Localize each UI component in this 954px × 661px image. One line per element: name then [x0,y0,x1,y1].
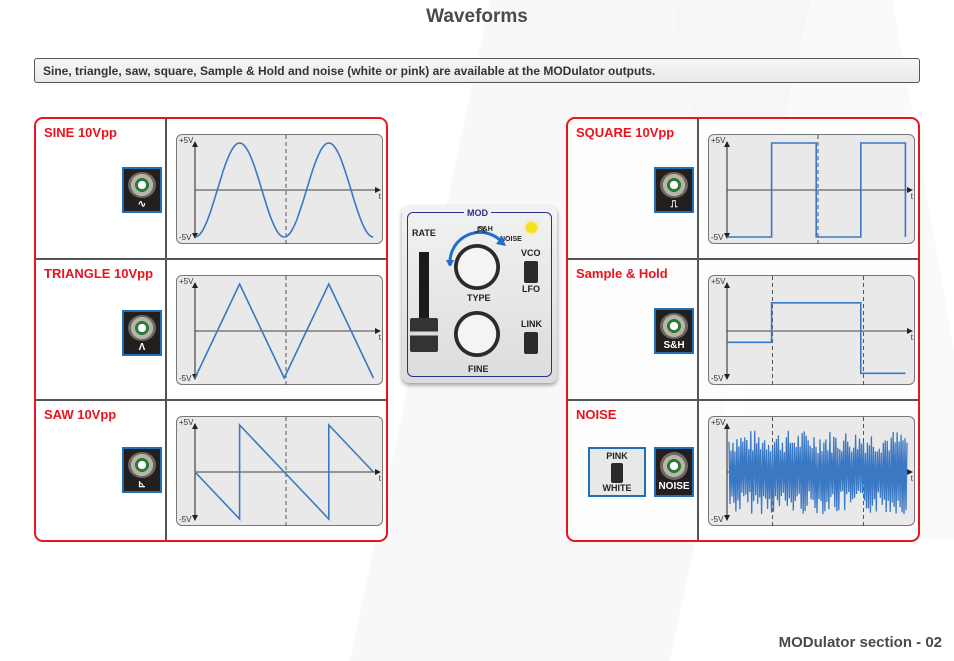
scope-saw: +5V -5V t [176,416,383,527]
scope-square: +5V -5V t [708,134,915,245]
waveform-row-noise: NOISE PINK WHITE NOISE +5V -5V t [568,401,918,540]
x-axis-label: t [378,192,381,201]
x-axis-label: t [910,333,913,342]
info-box: Sine, triangle, saw, square, Sample & Ho… [34,58,920,83]
waveform-label: SINE 10Vpp [44,125,117,140]
scope-plot [192,135,381,245]
y-max-label: +5V [179,418,194,427]
saw-jack-icon: ⊾ [122,447,162,493]
waveform-label: NOISE [576,407,617,422]
led-indicator [526,222,537,233]
right-waveform-panel: SQUARE 10Vpp ⎍ +5V -5V t Sample & Hold S&H… [566,117,920,542]
x-axis-label: t [910,474,913,483]
waveform-row-sample-hold: Sample & Hold S&H +5V -5V t [568,260,918,401]
waveform-trace-sample-hold [727,302,906,375]
y-min-label: -5V [711,233,724,242]
waveform-row-saw: SAW 10Vpp ⊾ +5V -5V t [36,401,386,540]
y-max-label: +5V [179,277,194,286]
scope-plot [724,276,913,386]
waveform-label: SAW 10Vpp [44,407,117,422]
square-jack-icon: ⎍ [654,167,694,213]
y-axis-arrow-down [724,515,730,521]
sample-hold-jack-icon: S&H [654,308,694,354]
link-label: LINK [521,319,542,329]
fine-knob[interactable] [454,311,500,357]
triangle-jack-icon: Λ [122,310,162,356]
y-axis-arrow-down [724,233,730,239]
sine-jack-icon: ∿ [122,167,162,213]
scope-plot [192,276,381,386]
scope-plot [724,417,913,527]
y-axis-arrow-down [724,374,730,380]
scope-sample-hold: +5V -5V t [708,275,915,386]
info-text: Sine, triangle, saw, square, Sample & Ho… [43,64,656,78]
waveform-row-triangle: TRIANGLE 10Vpp Λ +5V -5V t [36,260,386,401]
y-min-label: -5V [179,515,192,524]
waveform-row-sine: SINE 10Vpp ∿ +5V -5V t [36,119,386,260]
type-knob[interactable] [454,244,500,290]
x-axis-label: t [910,192,913,201]
type-label: TYPE [467,293,491,303]
y-max-label: +5V [711,418,726,427]
pink-white-switch-icon: PINK WHITE [588,447,646,497]
scope-sine: +5V -5V t [176,134,383,245]
fine-label: FINE [468,364,489,374]
waveform-label: SQUARE 10Vpp [576,125,675,140]
rate-label: RATE [412,228,436,238]
waveform-label: TRIANGLE 10Vpp [44,266,154,281]
x-axis-label: t [378,474,381,483]
page-footer: MODulator section - 02 [778,634,942,651]
x-axis-label: t [378,333,381,342]
noise-jack-icon: NOISE [654,447,694,497]
link-switch[interactable] [524,332,538,354]
page-title: Waveforms [426,6,528,27]
y-min-label: -5V [179,233,192,242]
y-min-label: -5V [711,515,724,524]
vco-label: VCO [521,248,541,258]
y-min-label: -5V [711,374,724,383]
y-max-label: +5V [711,136,726,145]
waveform-trace-noise [728,430,908,515]
scope-plot [724,135,913,245]
left-waveform-panel: SINE 10Vpp ∿ +5V -5V t TRIANGLE 10Vpp Λ +5… [34,117,388,542]
waveform-label: Sample & Hold [576,266,668,281]
lfo-label: LFO [522,284,540,294]
mod-panel: MOD RATE S&H NOISE TYPE FINE VCO LFO LIN… [402,206,557,383]
y-min-label: -5V [179,374,192,383]
vco-lfo-switch[interactable] [524,261,538,283]
y-axis-arrow-down [192,515,198,521]
mod-title: MOD [464,208,491,218]
scope-triangle: +5V -5V t [176,275,383,386]
rate-slider-handle[interactable] [410,318,438,352]
waveform-row-square: SQUARE 10Vpp ⎍ +5V -5V t [568,119,918,260]
scope-plot [192,417,381,527]
y-max-label: +5V [711,277,726,286]
scope-noise: +5V -5V t [708,416,915,527]
y-max-label: +5V [179,136,194,145]
